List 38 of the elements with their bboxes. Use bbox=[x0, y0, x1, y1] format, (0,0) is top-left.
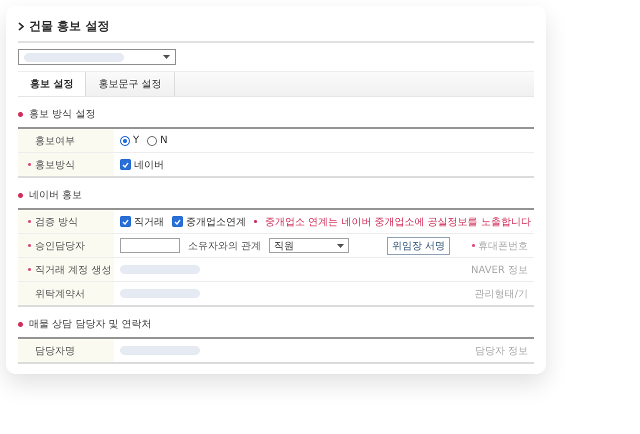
relation-label: 소유자와의 관계 bbox=[188, 240, 262, 252]
field-label: 승인담당자 bbox=[18, 234, 114, 257]
chevron-right-icon bbox=[18, 22, 24, 31]
caret-icon bbox=[163, 55, 170, 59]
sign-button[interactable]: 위임장 서명 bbox=[386, 236, 450, 254]
check-icon bbox=[122, 162, 129, 168]
side-label: NAVER 정보 bbox=[470, 264, 528, 276]
tab[interactable]: 홍보문구 설정 bbox=[86, 72, 175, 96]
notice-text: 중개업소 연계는 네이버 중개업소에 공실정보를 노출합니다 bbox=[265, 216, 531, 228]
radio-option[interactable]: Y bbox=[120, 135, 140, 146]
page-title: 건물 홍보 설정 bbox=[29, 18, 110, 35]
tab[interactable]: 홍보 설정 bbox=[18, 72, 86, 96]
side-label: 관리형태/기 bbox=[474, 288, 528, 300]
bullet-icon bbox=[18, 192, 23, 198]
radio-option[interactable]: N bbox=[147, 135, 168, 146]
section-title: 매물 상담 담당자 및 연락처 bbox=[29, 318, 152, 331]
bullet-icon bbox=[18, 112, 23, 116]
check-icon bbox=[174, 218, 181, 224]
section-title: 홍보 방식 설정 bbox=[29, 108, 96, 121]
side-label: 휴대폰번호 bbox=[458, 238, 528, 252]
side-label: 담당자 정보 bbox=[474, 344, 528, 358]
field-label: 검증 방식 bbox=[18, 210, 114, 233]
field-label: 홍보여부 bbox=[18, 129, 114, 152]
caret-icon bbox=[337, 244, 344, 248]
bullet-icon bbox=[18, 322, 23, 326]
relation-select[interactable]: 직원 bbox=[269, 238, 350, 253]
checkbox-option[interactable]: 네이버 bbox=[120, 158, 164, 172]
checkbox-option[interactable]: 중개업소연계 bbox=[172, 214, 246, 228]
section-title: 네이버 홍보 bbox=[29, 189, 82, 202]
field-label: 위탁계약서 bbox=[18, 282, 114, 305]
field-label: 홍보방식 bbox=[18, 153, 114, 176]
approver-input[interactable] bbox=[120, 238, 180, 253]
building-select[interactable] bbox=[18, 49, 176, 65]
field-label: 담당자명 bbox=[18, 339, 114, 362]
bullet-icon bbox=[254, 220, 257, 223]
check-icon bbox=[122, 218, 129, 224]
checkbox-option[interactable]: 직거래 bbox=[120, 214, 164, 228]
field-label: 직거래 계정 생성 bbox=[18, 258, 114, 281]
